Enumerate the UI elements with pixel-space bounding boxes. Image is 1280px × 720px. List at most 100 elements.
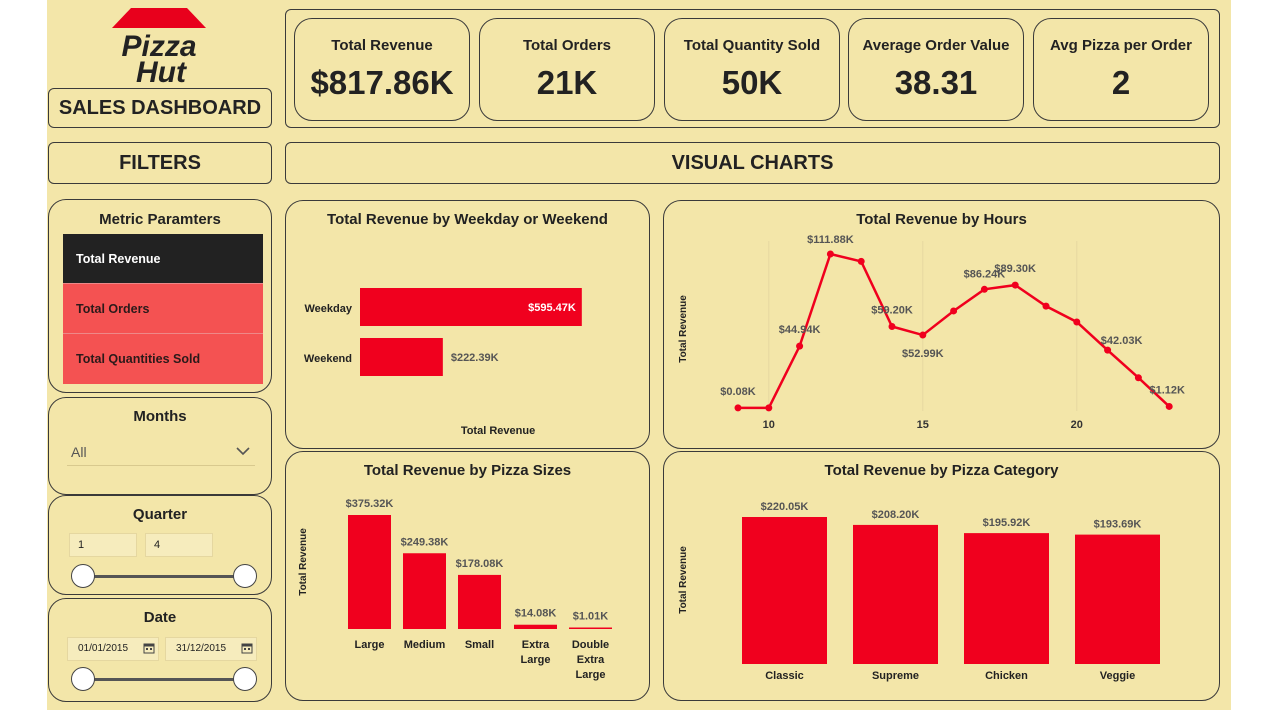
data-point bbox=[1042, 302, 1050, 310]
category-label: Medium bbox=[404, 639, 446, 651]
dashboard-title: SALES DASHBOARD bbox=[48, 88, 272, 128]
date-slider-track[interactable] bbox=[83, 678, 245, 681]
calendar-icon[interactable] bbox=[143, 642, 155, 657]
months-dropdown[interactable]: All bbox=[67, 438, 255, 466]
date-slider-start-handle[interactable] bbox=[71, 667, 95, 691]
bar bbox=[360, 338, 443, 376]
dashboard-title-text: SALES DASHBOARD bbox=[58, 96, 262, 119]
date-end-value: 31/12/2015 bbox=[176, 643, 227, 654]
kpi-label: Total Orders bbox=[522, 37, 612, 54]
chart-weekday-weekend: Total Revenue by Weekday or Weekend Week… bbox=[285, 200, 650, 449]
kpi-value: $817.86K bbox=[310, 64, 454, 101]
kpi-value: 50K bbox=[721, 64, 783, 101]
quarter-filter: Quarter 1 4 bbox=[48, 495, 272, 595]
kpi-label: Total Quantity Sold bbox=[683, 37, 821, 54]
chart-revenue-by-hours: Total Revenue by Hours Total Revenue 10 15… bbox=[663, 200, 1220, 449]
y-axis-label: Total Revenue bbox=[298, 528, 309, 596]
bar bbox=[964, 533, 1049, 664]
category-label: Chicken bbox=[985, 670, 1028, 682]
pizza-hut-logo: Pizza Hut bbox=[109, 4, 209, 89]
data-point bbox=[950, 307, 958, 315]
data-point bbox=[919, 331, 927, 339]
bar bbox=[569, 627, 612, 629]
category-label: Supreme bbox=[872, 670, 919, 682]
category-label: Double bbox=[572, 639, 609, 651]
filters-header: FILTERS bbox=[48, 142, 272, 184]
revenue-by-hours-line-chart: Total Revenue 10 15 20 $0.08K $44.94K $111.88K… bbox=[678, 234, 1185, 431]
data-point bbox=[796, 342, 804, 350]
metric-parameters-panel: Metric Paramters Total Revenue Total Ord… bbox=[48, 199, 272, 393]
data-label: $89.30K bbox=[994, 263, 1036, 275]
kpi-value: 21K bbox=[536, 64, 598, 101]
data-label: $14.08K bbox=[515, 608, 557, 620]
date-label: Date bbox=[143, 609, 177, 626]
kpi-label: Total Revenue bbox=[331, 37, 433, 54]
quarter-min-input[interactable]: 1 bbox=[69, 533, 137, 557]
x-tick-label: 10 bbox=[763, 419, 775, 431]
x-tick-label: 20 bbox=[1071, 419, 1083, 431]
data-point bbox=[1073, 318, 1081, 326]
data-label: $42.03K bbox=[1101, 335, 1143, 347]
chart-pizza-sizes: Total Revenue by Pizza Sizes Total Reven… bbox=[285, 451, 650, 701]
data-label: $375.32K bbox=[346, 498, 394, 510]
data-point bbox=[1011, 281, 1019, 289]
data-point bbox=[765, 404, 773, 412]
kpi-value: 38.31 bbox=[894, 64, 978, 101]
quarter-max-input[interactable]: 4 bbox=[145, 533, 213, 557]
quarter-slider-max-handle[interactable] bbox=[233, 564, 257, 588]
pizza-sizes-bar-chart: Total Revenue $375.32K Large $249.38K Medium… bbox=[298, 498, 612, 681]
data-label: $111.88K bbox=[807, 234, 854, 246]
pizza-category-bar-chart: Total Revenue $220.05K Classic $208.20K Supr… bbox=[678, 501, 1160, 682]
x-tick-label: 15 bbox=[917, 419, 929, 431]
svg-text:Hut: Hut bbox=[136, 56, 188, 86]
date-start-value: 01/01/2015 bbox=[78, 643, 129, 654]
bar bbox=[853, 524, 938, 664]
date-start-input[interactable]: 01/01/2015 bbox=[67, 637, 159, 661]
weekday-weekend-bar-chart: Weekday $595.47K Weekend $222.39K Total Reve… bbox=[304, 288, 582, 437]
category-label: Veggie bbox=[1100, 670, 1135, 682]
data-label: $52.99K bbox=[902, 348, 944, 360]
data-point bbox=[1104, 346, 1112, 354]
date-slider-end-handle[interactable] bbox=[233, 667, 257, 691]
data-point bbox=[888, 323, 896, 331]
data-point bbox=[1134, 374, 1142, 382]
chevron-down-icon bbox=[235, 443, 251, 461]
metric-option-total-quantities[interactable]: Total Quantities Sold bbox=[63, 334, 263, 384]
charts-header: VISUAL CHARTS bbox=[285, 142, 1220, 184]
quarter-slider-track[interactable] bbox=[83, 575, 245, 578]
kpi-label: Average Order Value bbox=[862, 37, 1010, 54]
months-selected-value: All bbox=[71, 443, 87, 460]
category-label: Extra bbox=[522, 639, 550, 651]
data-label: $222.39K bbox=[451, 352, 499, 364]
category-label: Small bbox=[465, 639, 494, 651]
category-label: Weekend bbox=[304, 353, 352, 365]
date-end-input[interactable]: 31/12/2015 bbox=[165, 637, 257, 661]
category-label: Large bbox=[355, 639, 385, 651]
kpi-label: Avg Pizza per Order bbox=[1050, 37, 1192, 54]
months-label: Months bbox=[133, 408, 187, 425]
category-label: Classic bbox=[765, 670, 804, 682]
metric-option-total-revenue[interactable]: Total Revenue bbox=[63, 234, 263, 284]
data-label: $0.08K bbox=[720, 386, 756, 398]
x-axis-label: Total Revenue bbox=[461, 425, 535, 437]
metric-option-total-orders[interactable]: Total Orders bbox=[63, 284, 263, 334]
data-point bbox=[734, 404, 742, 412]
data-label: $220.05K bbox=[761, 501, 809, 513]
y-axis-label: Total Revenue bbox=[678, 295, 689, 363]
dashboard-canvas: Pizza Hut SALES DASHBOARD Total Revenue … bbox=[47, 0, 1231, 710]
filters-header-text: FILTERS bbox=[119, 151, 201, 174]
data-point bbox=[857, 257, 865, 265]
date-filter: Date 01/01/2015 31/12/2015 bbox=[48, 598, 272, 702]
bar bbox=[742, 517, 827, 664]
kpi-value: 2 bbox=[1111, 64, 1131, 101]
calendar-icon[interactable] bbox=[241, 642, 253, 657]
data-label: $1.12K bbox=[1149, 384, 1185, 396]
bar bbox=[514, 624, 557, 629]
kpi-card-avg-order-value: Average Order Value 38.31 bbox=[848, 18, 1024, 121]
bar bbox=[458, 574, 501, 629]
bar bbox=[1075, 534, 1160, 664]
kpi-card-total-revenue: Total Revenue $817.86K bbox=[294, 18, 470, 121]
quarter-slider-min-handle[interactable] bbox=[71, 564, 95, 588]
data-label: $195.92K bbox=[983, 517, 1031, 529]
kpi-card-avg-pizza-per-order: Avg Pizza per Order 2 bbox=[1033, 18, 1209, 121]
